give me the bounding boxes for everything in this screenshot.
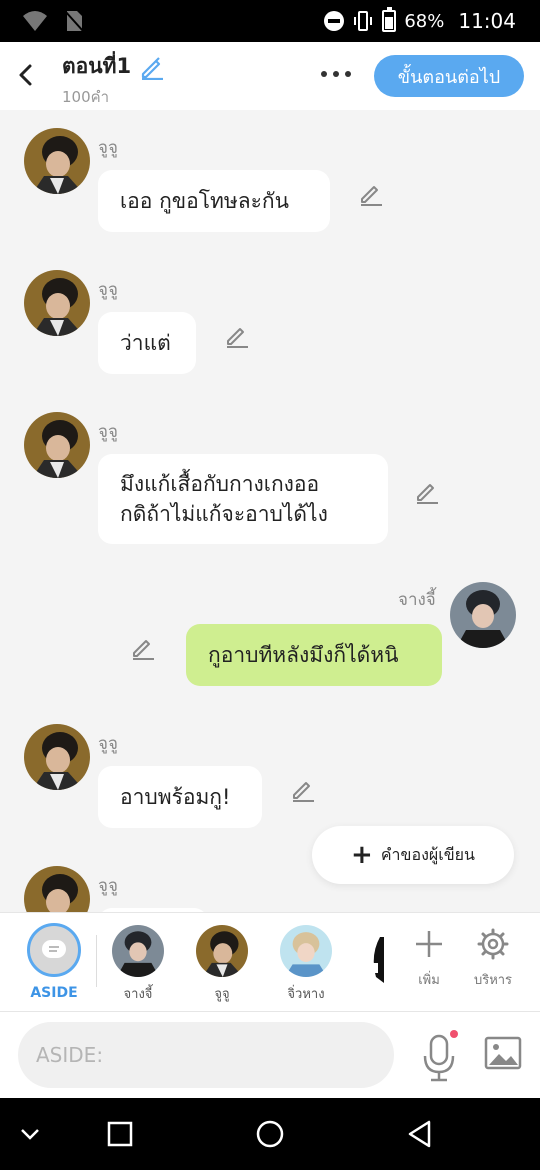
message-bubble[interactable]: เออ กูขอโทษละกัน: [98, 170, 330, 232]
add-character-button[interactable]: เพิ่ม: [394, 927, 464, 990]
navigation-bar: [0, 1098, 540, 1170]
character-partial[interactable]: [366, 927, 384, 987]
aside-label: ASIDE: [30, 985, 78, 1001]
character-jiuhang-avatar: [280, 925, 332, 977]
manage-characters-button[interactable]: บริหาร: [458, 927, 528, 990]
back-triangle-icon[interactable]: [402, 1116, 438, 1152]
character-juju-avatar: [24, 128, 90, 194]
avatar: [280, 925, 332, 977]
edit-message-pencil-icon[interactable]: [414, 478, 440, 504]
edit-title-pencil-icon[interactable]: [139, 54, 165, 80]
edit-message-pencil-icon[interactable]: [358, 180, 384, 206]
aside-avatar: [27, 923, 81, 977]
episode-title: ตอนที่1: [62, 54, 132, 78]
message-bubble[interactable]: ว่าแต่: [98, 312, 196, 374]
character-juju[interactable]: จูจู: [182, 921, 262, 1004]
character-juju-avatar: [24, 412, 90, 478]
avatar: [112, 925, 164, 977]
back-arrow-icon[interactable]: [12, 58, 40, 92]
wifi-off-icon: [23, 11, 47, 31]
sender-name: จูจู: [98, 422, 118, 442]
composer-bar: [0, 1012, 540, 1098]
avatar[interactable]: [450, 582, 516, 648]
avatar[interactable]: [24, 270, 90, 336]
author-note-button[interactable]: + คำของผู้เขียน: [312, 826, 514, 884]
sender-name: จูจู: [98, 876, 118, 896]
character-juju-avatar: [196, 925, 248, 977]
message-bubble[interactable]: กูอาบทีหลังมึงก็ได้หนิ: [186, 624, 442, 686]
manage-label: บริหาร: [473, 973, 513, 988]
chat-screen: 68% 11:04 ตอนที่1 100คำ ขั้นตอนต่อไป จูจ…: [0, 0, 540, 1170]
character-jangji[interactable]: จางจี้: [98, 921, 178, 1004]
no-sim-icon: [64, 10, 84, 32]
character-name: จูจู: [214, 987, 230, 1002]
vibrate-icon: [354, 11, 373, 31]
battery-icon: [382, 7, 397, 32]
sender-name: จูจู: [98, 138, 118, 158]
message-bubble[interactable]: มึงแก้เสื้อกับกางเกงออ กดิถ้าไม่แก้จะอาบ…: [98, 454, 388, 544]
message-bubble[interactable]: อาบพร้อมกู!: [98, 766, 262, 828]
edit-message-pencil-icon[interactable]: [130, 634, 156, 660]
recent-apps-icon[interactable]: [102, 1116, 138, 1152]
do-not-disturb-icon: [324, 11, 345, 31]
sender-name: จางจี้: [398, 590, 436, 610]
plus-icon: [416, 931, 442, 957]
avatar[interactable]: [24, 412, 90, 478]
header: ตอนที่1 100คำ ขั้นตอนต่อไป: [0, 42, 540, 110]
divider: [96, 935, 97, 987]
character-juju-avatar: [24, 270, 90, 336]
avatar[interactable]: [24, 866, 90, 912]
character-juju-avatar: [24, 866, 90, 912]
home-icon[interactable]: [252, 1116, 288, 1152]
next-step-button[interactable]: ขั้นตอนต่อไป: [374, 55, 524, 97]
gear-icon: [477, 928, 509, 960]
character-jangji-avatar: [112, 925, 164, 977]
speech-bubble-icon: [42, 940, 66, 958]
author-note-label: คำของผู้เขียน: [380, 844, 475, 864]
word-count: 100คำ: [62, 88, 110, 106]
edit-message-pencil-icon[interactable]: [224, 322, 250, 348]
add-label: เพิ่ม: [418, 973, 440, 988]
chat-area[interactable]: จูจู เออ กูขอโทษละกัน จูจู ว่าแต่ จูจู ม…: [0, 110, 540, 912]
character-jiuhang[interactable]: จิ่วหาง: [266, 921, 346, 1004]
chevron-down-icon[interactable]: [12, 1116, 48, 1152]
character-juju-avatar: [24, 724, 90, 790]
sender-name: จูจู: [98, 734, 118, 754]
clock: 11:04: [458, 9, 516, 33]
battery-percent: 68%: [404, 10, 445, 32]
character-name: จิ่วหาง: [287, 987, 325, 1002]
aside-input[interactable]: [18, 1022, 394, 1088]
avatar[interactable]: [24, 724, 90, 790]
avatar: [196, 925, 248, 977]
episode-title-block: ตอนที่1 100คำ: [62, 50, 165, 109]
character-bar: ASIDE จางจี้ จูจู จิ่วหาง เพิ่ม บริหาร: [0, 912, 540, 1012]
avatar[interactable]: [24, 128, 90, 194]
plus-icon: +: [351, 840, 373, 870]
aside-selector[interactable]: ASIDE: [14, 921, 94, 1001]
edit-message-pencil-icon[interactable]: [290, 776, 316, 802]
status-bar: 68% 11:04: [0, 0, 540, 42]
image-icon[interactable]: [484, 1034, 522, 1072]
microphone-icon[interactable]: [420, 1030, 460, 1084]
sender-name: จูจู: [98, 280, 118, 300]
more-options-icon[interactable]: [318, 62, 354, 86]
character-jangji-avatar: [450, 582, 516, 648]
character-partial-avatar: [372, 937, 384, 983]
character-name: จางจี้: [123, 987, 153, 1002]
